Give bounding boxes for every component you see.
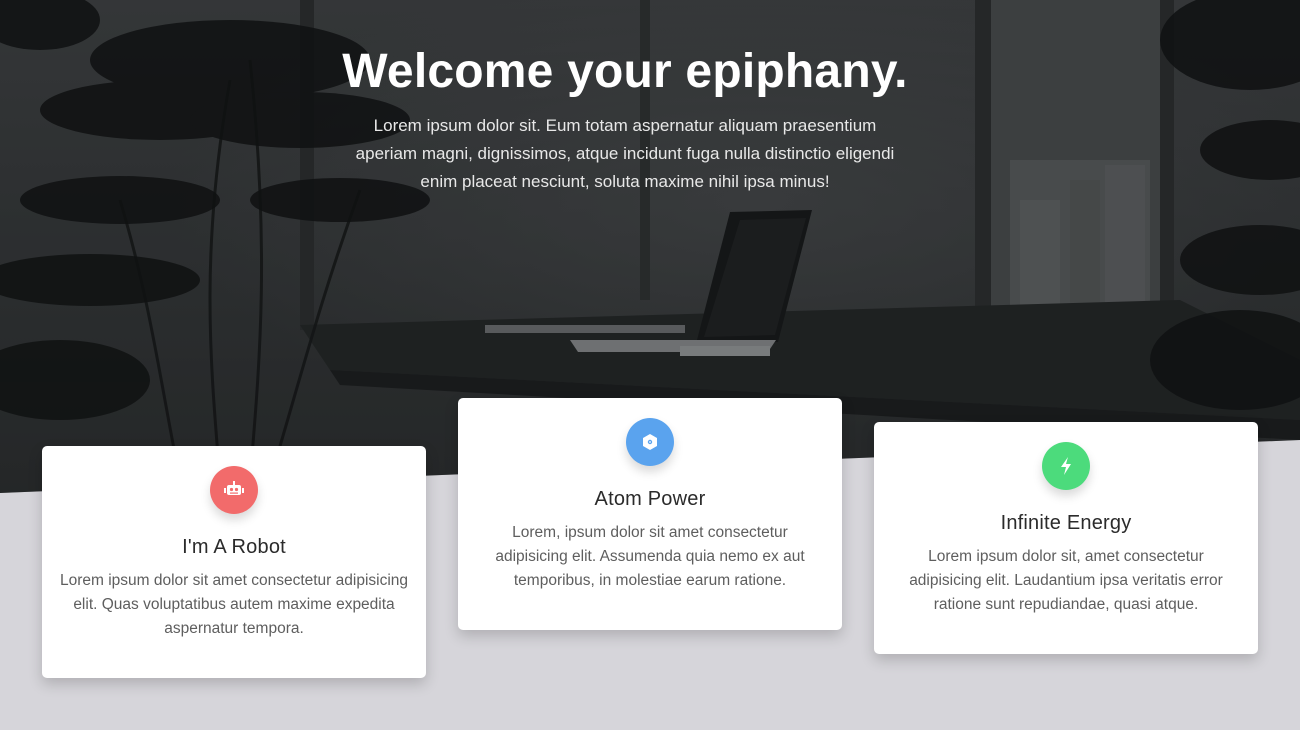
feature-text: Lorem ipsum dolor sit, amet consectetur … <box>909 548 1223 613</box>
robot-icon <box>210 466 258 514</box>
feature-text: Lorem, ipsum dolor sit amet consectetur … <box>495 524 805 589</box>
feature-card-robot: I'm A Robot Lorem ipsum dolor sit amet c… <box>42 446 426 678</box>
feature-title: I'm A Robot <box>182 536 286 558</box>
hero-subtitle: Lorem ipsum dolor sit. Eum totam asperna… <box>355 116 895 191</box>
feature-text: Lorem ipsum dolor sit amet consectetur a… <box>59 572 409 637</box>
feature-card-energy: Infinite Energy Lorem ipsum dolor sit, a… <box>874 422 1258 654</box>
page: Welcome your epiphany. Lorem ipsum dolor… <box>0 0 1300 730</box>
feature-card-atom: Atom Power Lorem, ipsum dolor sit amet c… <box>458 398 842 630</box>
feature-title: Atom Power <box>594 488 706 510</box>
atom-icon <box>626 418 674 466</box>
hero-title: Welcome your epiphany. <box>342 45 908 98</box>
lightning-icon <box>1042 442 1090 490</box>
feature-title: Infinite Energy <box>1000 512 1132 534</box>
